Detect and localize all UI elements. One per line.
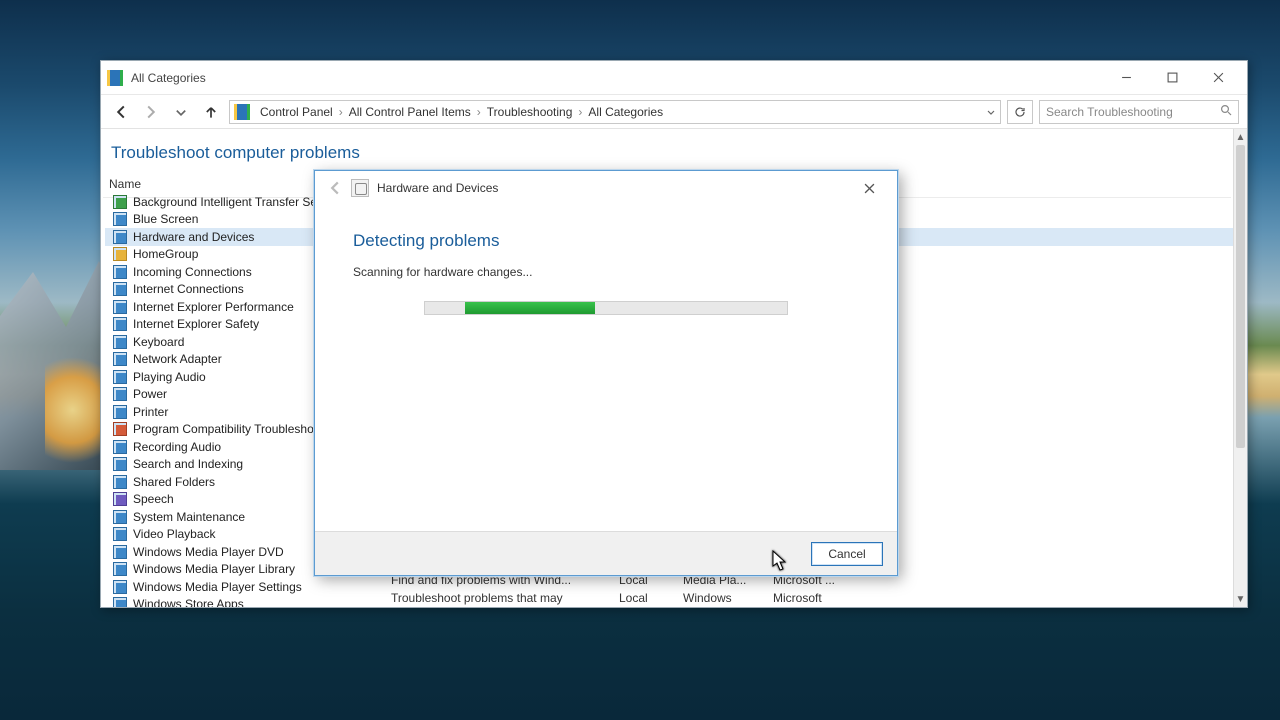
progress-bar bbox=[424, 301, 788, 315]
troubleshooter-icon bbox=[113, 440, 127, 454]
scroll-up-icon[interactable]: ▲ bbox=[1234, 129, 1247, 145]
list-item-label: Speech bbox=[133, 492, 174, 506]
list-item-label: Search and Indexing bbox=[133, 457, 243, 471]
nav-back-button[interactable] bbox=[109, 100, 133, 124]
detail-cat: Windows bbox=[683, 591, 755, 605]
wallpaper-glow bbox=[45, 350, 100, 470]
troubleshooter-icon bbox=[113, 562, 127, 576]
list-item-label: Video Playback bbox=[133, 527, 216, 541]
troubleshooter-icon bbox=[113, 265, 127, 279]
dialog-footer: Cancel bbox=[315, 531, 897, 575]
crumb-2[interactable]: Troubleshooting bbox=[483, 105, 577, 119]
troubleshooter-icon bbox=[113, 475, 127, 489]
troubleshooter-icon bbox=[113, 580, 127, 594]
window-title: All Categories bbox=[131, 71, 206, 85]
chevron-down-icon[interactable] bbox=[169, 100, 193, 124]
list-item-label: Recording Audio bbox=[133, 440, 221, 454]
troubleshooter-icon bbox=[113, 387, 127, 401]
minimize-button[interactable] bbox=[1103, 63, 1149, 93]
troubleshooter-icon bbox=[113, 300, 127, 314]
troubleshooter-icon bbox=[113, 195, 127, 209]
crumb-0[interactable]: Control Panel bbox=[256, 105, 337, 119]
dialog-close-button[interactable] bbox=[849, 174, 889, 202]
list-item-label: Network Adapter bbox=[133, 352, 222, 366]
list-item-label: Internet Explorer Performance bbox=[133, 300, 294, 314]
window-titlebar[interactable]: All Categories bbox=[101, 61, 1247, 95]
scroll-down-icon[interactable]: ▼ bbox=[1234, 591, 1247, 607]
list-item-label: Internet Explorer Safety bbox=[133, 317, 259, 331]
troubleshooter-icon bbox=[113, 370, 127, 384]
dialog-title: Hardware and Devices bbox=[377, 181, 498, 195]
list-item-label: Windows Media Player Library bbox=[133, 562, 295, 576]
list-item-label: Program Compatibility Troublesho bbox=[133, 422, 314, 436]
dialog-titlebar[interactable]: Hardware and Devices bbox=[315, 171, 897, 205]
cancel-button[interactable]: Cancel bbox=[811, 542, 883, 566]
details-row: Find and fix problems with Wind... Troub… bbox=[391, 573, 845, 605]
nav-forward-button[interactable] bbox=[139, 100, 163, 124]
list-item-label: Playing Audio bbox=[133, 370, 206, 384]
troubleshooter-icon bbox=[113, 230, 127, 244]
dialog-back-button bbox=[323, 176, 347, 200]
crumb-1[interactable]: All Control Panel Items bbox=[345, 105, 475, 119]
nav-up-button[interactable] bbox=[199, 100, 223, 124]
troubleshooter-icon bbox=[113, 422, 127, 436]
troubleshooter-icon bbox=[113, 212, 127, 226]
list-item-label: Keyboard bbox=[133, 335, 184, 349]
crumb-3[interactable]: All Categories bbox=[584, 105, 667, 119]
list-item-label: Printer bbox=[133, 405, 168, 419]
troubleshooter-icon bbox=[113, 597, 127, 607]
detail-desc: Troubleshoot problems that may bbox=[391, 591, 601, 605]
troubleshooter-icon bbox=[113, 335, 127, 349]
list-item-label: Blue Screen bbox=[133, 212, 198, 226]
search-placeholder: Search Troubleshooting bbox=[1046, 105, 1173, 119]
troubleshooter-dialog: Hardware and Devices Detecting problems … bbox=[314, 170, 898, 576]
troubleshooter-icon bbox=[113, 352, 127, 366]
troubleshooter-icon bbox=[113, 317, 127, 331]
detail-loc: Local bbox=[619, 591, 665, 605]
nav-toolbar: Control Panel› All Control Panel Items› … bbox=[101, 95, 1247, 129]
list-item-label: Windows Store Apps bbox=[133, 597, 244, 607]
maximize-button[interactable] bbox=[1149, 63, 1195, 93]
hardware-icon bbox=[351, 179, 369, 197]
address-bar[interactable]: Control Panel› All Control Panel Items› … bbox=[229, 100, 1001, 124]
search-icon bbox=[1220, 104, 1232, 119]
troubleshooter-icon bbox=[113, 545, 127, 559]
list-item-label: System Maintenance bbox=[133, 510, 245, 524]
list-item-label: Incoming Connections bbox=[133, 265, 252, 279]
troubleshooter-icon bbox=[113, 457, 127, 471]
progress-chunk bbox=[465, 302, 595, 314]
list-item-label: Windows Media Player Settings bbox=[133, 580, 302, 594]
troubleshooter-icon bbox=[113, 247, 127, 261]
dialog-heading: Detecting problems bbox=[353, 231, 859, 251]
address-icon bbox=[234, 104, 250, 120]
troubleshooter-icon bbox=[113, 282, 127, 296]
page-heading: Troubleshoot computer problems bbox=[101, 129, 1233, 173]
list-item-label: Power bbox=[133, 387, 167, 401]
troubleshooter-icon bbox=[113, 510, 127, 524]
list-item-label: Hardware and Devices bbox=[133, 230, 254, 244]
troubleshooter-icon bbox=[113, 527, 127, 541]
control-panel-icon bbox=[107, 70, 123, 86]
close-button[interactable] bbox=[1195, 63, 1241, 93]
troubleshooter-icon bbox=[113, 492, 127, 506]
vertical-scrollbar[interactable]: ▲ ▼ bbox=[1233, 129, 1247, 607]
list-item-label: HomeGroup bbox=[133, 247, 198, 261]
troubleshooter-icon bbox=[113, 405, 127, 419]
dialog-message: Scanning for hardware changes... bbox=[353, 265, 859, 279]
list-item-label: Internet Connections bbox=[133, 282, 244, 296]
refresh-button[interactable] bbox=[1007, 100, 1033, 124]
list-item-label: Windows Media Player DVD bbox=[133, 545, 284, 559]
list-item-label: Shared Folders bbox=[133, 475, 215, 489]
detail-pub: Microsoft bbox=[773, 591, 845, 605]
list-item-label: Background Intelligent Transfer Se bbox=[133, 195, 317, 209]
search-input[interactable]: Search Troubleshooting bbox=[1039, 100, 1239, 124]
chevron-down-icon[interactable] bbox=[986, 107, 996, 117]
scroll-thumb[interactable] bbox=[1236, 145, 1245, 448]
